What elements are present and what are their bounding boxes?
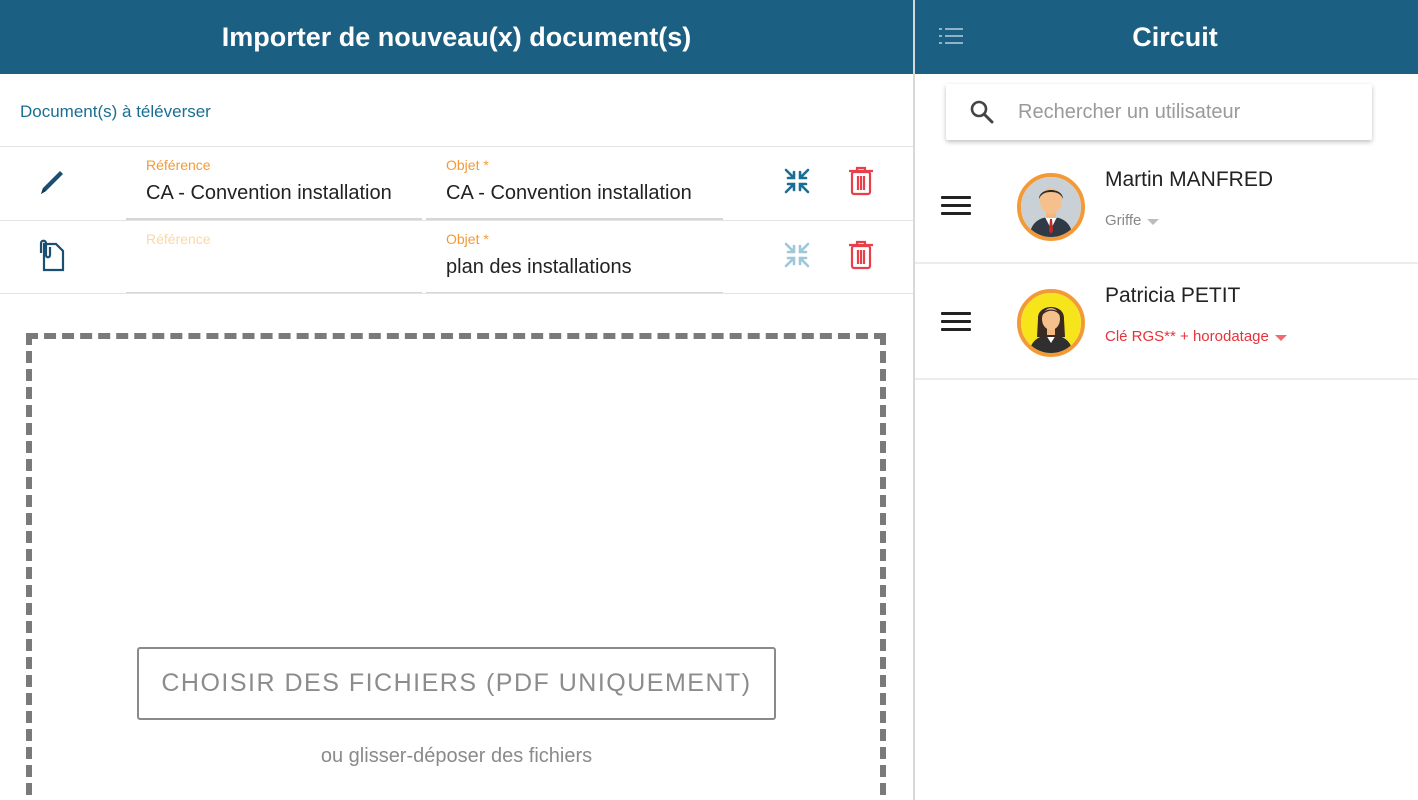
list-divider — [915, 262, 1418, 264]
object-field[interactable]: Objet * plan des installations — [426, 220, 723, 294]
search-icon — [968, 98, 996, 126]
drag-handle-icon[interactable] — [941, 312, 971, 334]
trash-icon — [849, 166, 873, 196]
document-row: Référence Objet * plan des installations — [0, 220, 913, 294]
user-name: Martin MANFRED — [1105, 168, 1274, 191]
row-divider — [0, 293, 913, 294]
circuit-panel-header: Circuit — [915, 0, 1418, 74]
user-role-select[interactable]: Griffe — [1105, 212, 1160, 229]
circuit-title: Circuit — [1132, 21, 1218, 52]
user-role-value: Griffe — [1105, 212, 1142, 229]
circuit-user-item: Patricia PETIT Clé RGS** + horodatage — [915, 266, 1418, 380]
user-role-value: Clé RGS** + horodatage — [1105, 328, 1269, 345]
user-name: Patricia PETIT — [1105, 284, 1241, 307]
list-icon[interactable] — [937, 24, 967, 50]
paperclip-document-icon — [34, 238, 70, 274]
reference-label: Référence — [146, 231, 211, 247]
object-label: Objet * — [446, 231, 489, 247]
list-divider — [915, 378, 1418, 380]
reference-field[interactable]: Référence — [126, 220, 422, 294]
import-panel: Importer de nouveau(x) document(s) Docum… — [0, 0, 913, 800]
woman-avatar — [1017, 289, 1085, 357]
file-drop-zone[interactable] — [26, 333, 886, 800]
chevron-down-icon — [1274, 334, 1287, 341]
circuit-user-item: Martin MANFRED Griffe — [915, 150, 1418, 264]
reference-value[interactable]: CA - Convention installation — [146, 182, 416, 205]
collapse-arrows-icon — [784, 168, 810, 194]
choose-files-button[interactable]: CHOISIR DES FICHIERS (PDF UNIQUEMENT) — [137, 647, 776, 720]
delete-button[interactable] — [844, 238, 878, 272]
object-value[interactable]: plan des installations — [446, 256, 716, 279]
object-field[interactable]: Objet * CA - Convention installation — [426, 146, 723, 220]
user-role-select[interactable]: Clé RGS** + horodatage — [1105, 328, 1287, 345]
drag-handle-icon[interactable] — [941, 196, 971, 218]
chevron-down-icon — [1147, 218, 1160, 225]
drop-hint-text: ou glisser-déposer des fichiers — [320, 745, 593, 767]
man-avatar — [1017, 173, 1085, 241]
pencil-icon — [34, 164, 70, 200]
object-label: Objet * — [446, 157, 489, 173]
circuit-panel: Circuit Martin MANFRED Griffe — [915, 0, 1418, 800]
trash-icon — [849, 240, 873, 270]
delete-button[interactable] — [844, 164, 878, 198]
user-search-box[interactable] — [946, 84, 1372, 140]
user-search-input[interactable] — [1018, 94, 1358, 130]
document-row: Référence CA - Convention installation O… — [0, 146, 913, 220]
documents-section-label: Document(s) à téléverser — [20, 102, 211, 121]
reference-label: Référence — [146, 157, 211, 173]
reference-field[interactable]: Référence CA - Convention installation — [126, 146, 422, 220]
collapse-arrows-icon — [784, 242, 810, 268]
import-panel-header: Importer de nouveau(x) document(s) — [0, 0, 913, 74]
object-value[interactable]: CA - Convention installation — [446, 182, 716, 205]
merge-button[interactable] — [780, 238, 814, 272]
merge-button[interactable] — [780, 164, 814, 198]
